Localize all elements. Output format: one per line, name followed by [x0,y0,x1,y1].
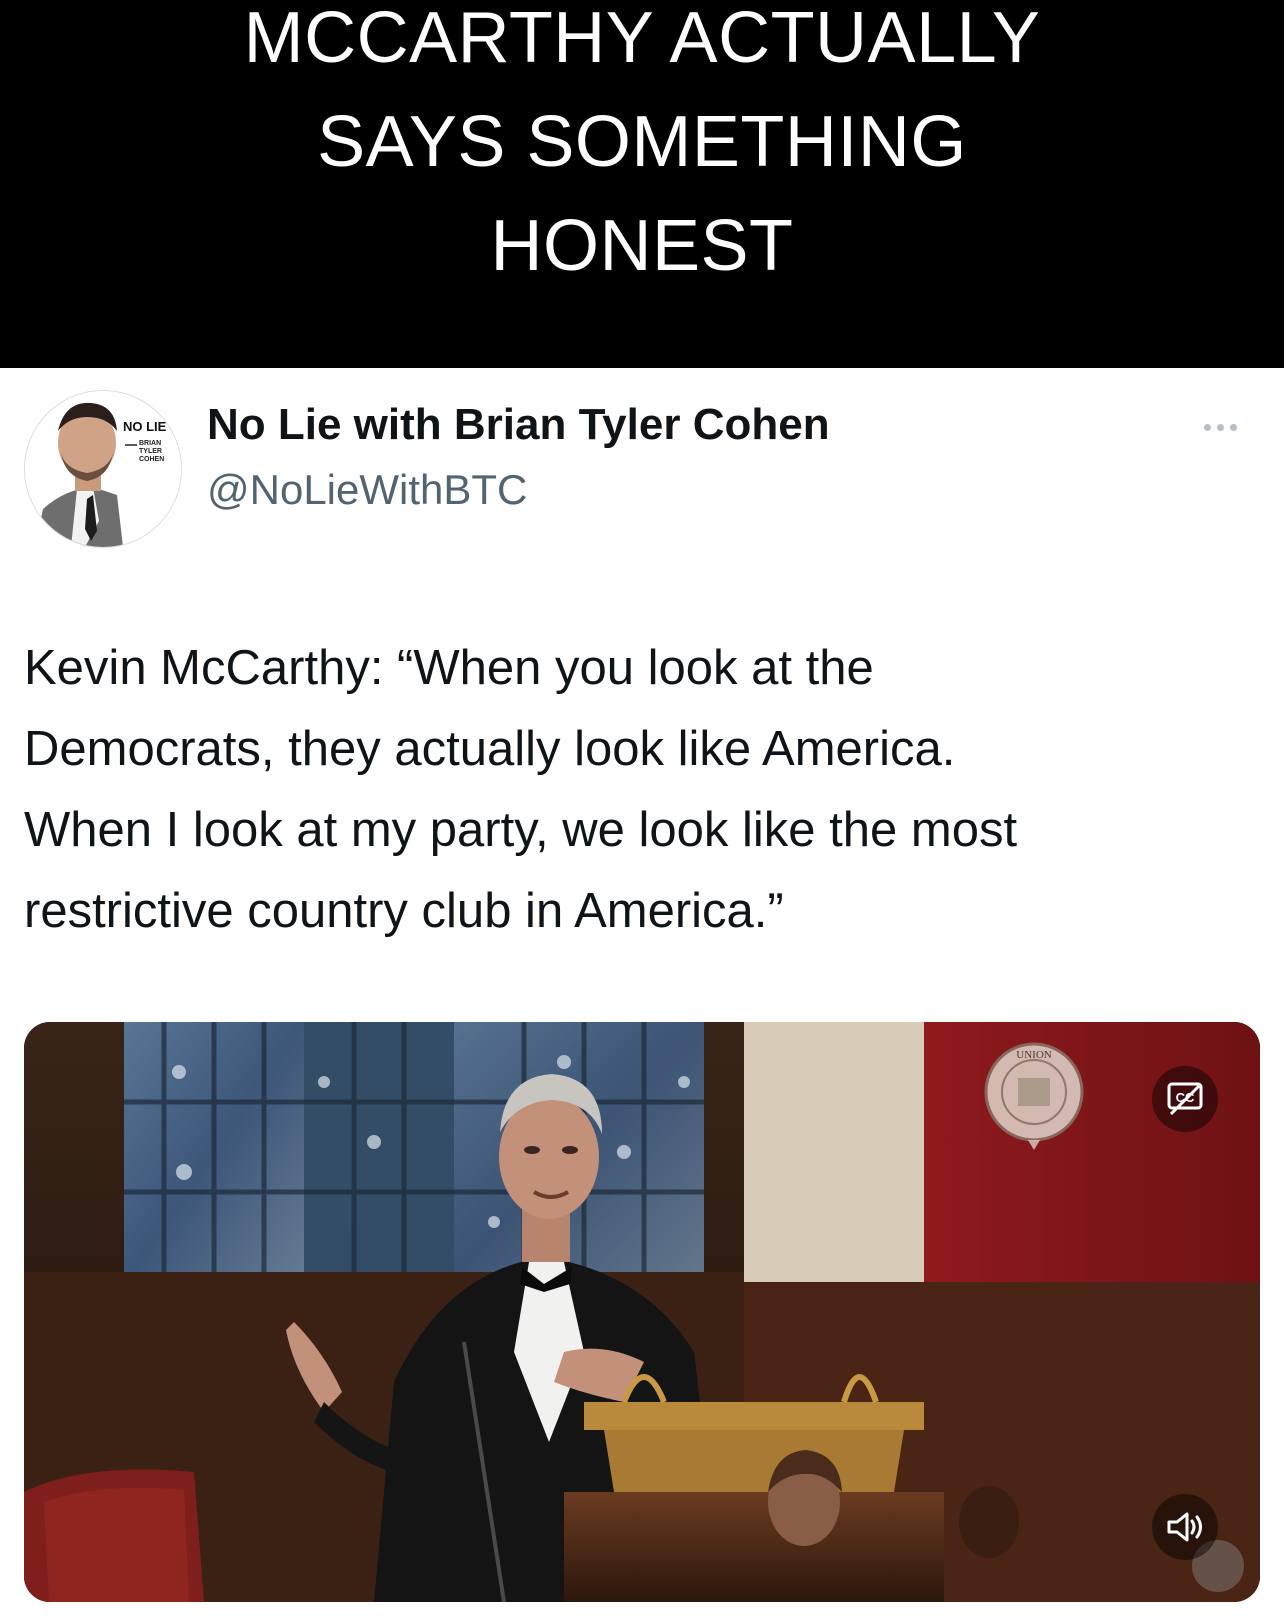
seal-watermark-text: UNION [1016,1049,1051,1061]
avatar-badge-name-2: TYLER [139,448,162,455]
more-dot-icon [1203,423,1211,431]
mute-button[interactable] [1152,1494,1218,1560]
post-text-line: Kevin McCarthy: “When you look at the [24,641,874,695]
headline-line-3: HONEST [490,206,794,286]
headline-banner: MCCARTHY ACTUALLY SAYS SOMETHING HONEST [0,0,1284,368]
post-text-line: restrictive country club in America.” [24,884,784,938]
video-frame: UNION [24,1022,1260,1602]
user-handle[interactable]: @NoLieWithBTC [207,466,527,514]
post-text-line: Democrats, they actually look like Ameri… [24,722,956,776]
more-dot-icon [1216,423,1224,431]
avatar-badge-name-3: COHEN [139,456,164,463]
avatar-badge-name-1: BRIAN [139,440,161,447]
speaker-muted-icon [1167,1512,1202,1542]
headline-line-1: MCCARTHY ACTUALLY [243,0,1041,78]
display-name[interactable]: No Lie with Brian Tyler Cohen [207,400,830,450]
post-text-line: When I look at my party, we look like th… [24,803,1018,857]
avatar-image: NO LIE BRIAN TYLER COHEN [25,391,181,547]
more-options-button[interactable] [1180,412,1260,442]
video-player[interactable]: UNION CC [24,1022,1260,1602]
more-dot-icon [1229,423,1237,431]
headline-line-2: SAYS SOMETHING [317,102,967,182]
closed-captions-icon: CC [1167,1082,1203,1116]
avatar-badge-brand: NO LIE [123,419,167,434]
avatar[interactable]: NO LIE BRIAN TYLER COHEN [24,390,182,548]
captions-button[interactable]: CC [1152,1066,1218,1132]
post-text: Kevin McCarthy: “When you look at the De… [24,628,1260,952]
